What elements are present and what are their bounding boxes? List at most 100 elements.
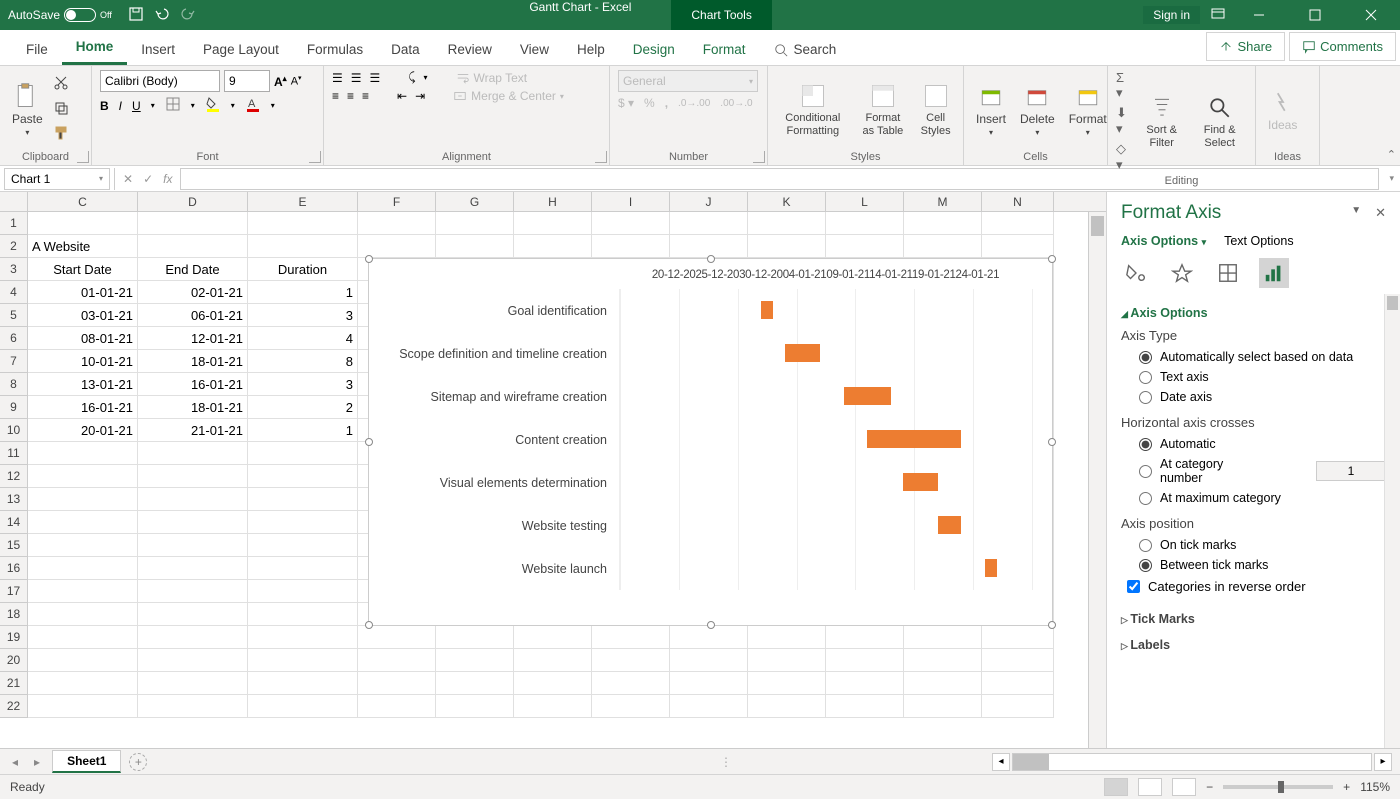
column-header[interactable]: J	[670, 192, 748, 211]
cell[interactable]	[138, 235, 248, 258]
undo-icon[interactable]	[154, 6, 170, 25]
crosses-at-max-radio[interactable]: At maximum category	[1121, 488, 1386, 508]
cell[interactable]	[670, 649, 748, 672]
sign-in-button[interactable]: Sign in	[1143, 6, 1200, 24]
cell[interactable]	[28, 511, 138, 534]
cell[interactable]	[358, 672, 436, 695]
format-as-table-button[interactable]: Format as Table	[856, 80, 911, 138]
font-size-combo[interactable]	[224, 70, 270, 92]
axis-type-date-radio[interactable]: Date axis	[1121, 387, 1386, 407]
cell[interactable]	[436, 626, 514, 649]
cell[interactable]: 16-01-21	[28, 396, 138, 419]
percent-format-icon[interactable]: %	[644, 96, 655, 110]
find-select-button[interactable]: Find & Select	[1192, 92, 1247, 150]
cell[interactable]	[138, 534, 248, 557]
cell[interactable]: 03-01-21	[28, 304, 138, 327]
row-header[interactable]: 20	[0, 649, 28, 672]
cell[interactable]: 10-01-21	[28, 350, 138, 373]
crosses-auto-radio[interactable]: Automatic	[1121, 434, 1386, 454]
cancel-formula-icon[interactable]: ✕	[123, 172, 133, 186]
column-header[interactable]: M	[904, 192, 982, 211]
cell[interactable]	[28, 212, 138, 235]
chart-bar[interactable]	[761, 301, 773, 319]
cell[interactable]	[982, 672, 1054, 695]
cell[interactable]	[514, 695, 592, 718]
redo-icon[interactable]	[180, 6, 196, 25]
cell[interactable]	[904, 695, 982, 718]
cell[interactable]	[248, 465, 358, 488]
cell[interactable]	[436, 212, 514, 235]
tab-design[interactable]: Design	[619, 34, 689, 65]
cell[interactable]: 02-01-21	[138, 281, 248, 304]
effects-icon[interactable]	[1167, 258, 1197, 288]
cell[interactable]	[28, 649, 138, 672]
fill-icon[interactable]: ⬇ ▾	[1116, 105, 1131, 137]
save-icon[interactable]	[128, 6, 144, 25]
row-header[interactable]: 15	[0, 534, 28, 557]
maximize-button[interactable]	[1292, 0, 1338, 30]
accounting-format-icon[interactable]: $ ▾	[618, 96, 634, 110]
chart-bar[interactable]	[867, 430, 961, 448]
row-header[interactable]: 10	[0, 419, 28, 442]
cell[interactable]	[28, 695, 138, 718]
tick-marks-section[interactable]: Tick Marks	[1121, 606, 1386, 632]
axis-type-auto-radio[interactable]: Automatically select based on data	[1121, 347, 1386, 367]
decrease-indent-icon[interactable]: ⇤	[397, 89, 407, 103]
cell[interactable]	[248, 488, 358, 511]
cell[interactable]: 3	[248, 373, 358, 396]
chart-bar[interactable]	[844, 387, 891, 405]
cell[interactable]: 3	[248, 304, 358, 327]
chart-bar[interactable]	[903, 473, 938, 491]
align-bottom-icon[interactable]: ☰	[370, 71, 381, 85]
cell[interactable]: 1	[248, 419, 358, 442]
row-header[interactable]: 7	[0, 350, 28, 373]
number-dialog-launcher[interactable]	[753, 151, 765, 163]
align-middle-icon[interactable]: ☰	[351, 71, 362, 85]
cell[interactable]	[826, 626, 904, 649]
column-header[interactable]: G	[436, 192, 514, 211]
cell[interactable]: 01-01-21	[28, 281, 138, 304]
align-right-icon[interactable]: ≡	[362, 89, 369, 103]
cell[interactable]	[670, 672, 748, 695]
cell[interactable]	[138, 465, 248, 488]
comments-button[interactable]: Comments	[1289, 32, 1396, 61]
chart-plot-area[interactable]: Goal identificationScope definition and …	[379, 289, 1032, 590]
cell[interactable]	[904, 649, 982, 672]
cell[interactable]: 1	[248, 281, 358, 304]
pane-close-icon[interactable]: ✕	[1375, 205, 1386, 221]
gantt-chart[interactable]: 20-12-2025-12-2030-12-2004-01-2109-01-21…	[368, 258, 1053, 626]
row-header[interactable]: 3	[0, 258, 28, 281]
column-header[interactable]: K	[748, 192, 826, 211]
row-header[interactable]: 19	[0, 626, 28, 649]
column-header[interactable]: L	[826, 192, 904, 211]
cell[interactable]	[748, 626, 826, 649]
row-header[interactable]: 4	[0, 281, 28, 304]
tab-home[interactable]: Home	[62, 31, 128, 65]
increase-font-icon[interactable]: A▴	[274, 74, 287, 89]
cell[interactable]	[138, 695, 248, 718]
zoom-slider[interactable]	[1223, 785, 1333, 789]
merge-center-button[interactable]: Merge & Center ▾	[453, 89, 564, 103]
tab-insert[interactable]: Insert	[127, 34, 189, 65]
search-box[interactable]: Search	[760, 34, 851, 65]
cell[interactable]	[28, 534, 138, 557]
sheet-nav-next[interactable]: ▸	[30, 755, 44, 769]
row-header[interactable]: 14	[0, 511, 28, 534]
cell[interactable]	[138, 511, 248, 534]
row-header[interactable]: 12	[0, 465, 28, 488]
row-header[interactable]: 5	[0, 304, 28, 327]
tab-format[interactable]: Format	[689, 34, 760, 65]
cell[interactable]	[248, 212, 358, 235]
normal-view-button[interactable]	[1104, 778, 1128, 796]
decrease-decimal-icon[interactable]: .00→.0	[720, 98, 752, 109]
cell[interactable]	[982, 626, 1054, 649]
name-box[interactable]: Chart 1▾	[4, 168, 110, 190]
increase-decimal-icon[interactable]: .0→.00	[678, 98, 710, 109]
at-category-number-input[interactable]	[1316, 461, 1386, 481]
cell[interactable]	[904, 212, 982, 235]
spreadsheet[interactable]: CDEFGHIJKLMN 12A Website3Start DateEnd D…	[0, 192, 1106, 748]
cell[interactable]: Start Date	[28, 258, 138, 281]
format-painter-icon[interactable]	[53, 125, 69, 144]
tab-view[interactable]: View	[506, 34, 563, 65]
cell-styles-button[interactable]: Cell Styles	[916, 80, 955, 138]
